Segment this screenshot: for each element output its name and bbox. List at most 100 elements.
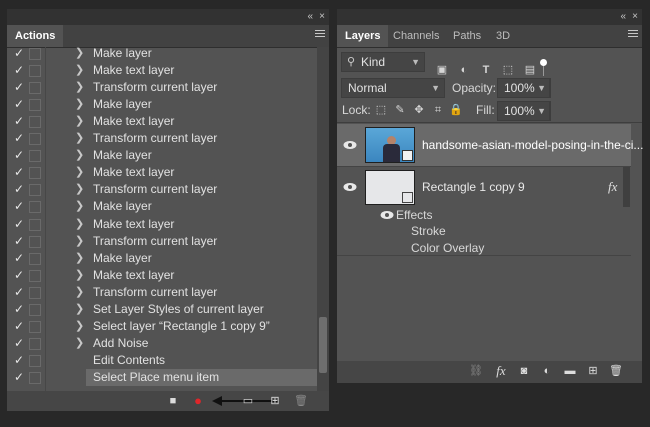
shape-filter-icon[interactable]: ⬚ — [501, 63, 515, 77]
check-icon[interactable]: ✓ — [12, 79, 26, 96]
layer-row-photo[interactable]: handsome-asian-model-posing-in-the-ci... — [337, 124, 643, 166]
delete-icon[interactable]: 🗑 — [294, 391, 308, 411]
check-icon[interactable]: ✓ — [12, 113, 26, 130]
chevron-right-icon[interactable]: ❯ — [75, 164, 85, 181]
tab-layers[interactable]: Layers — [337, 25, 389, 47]
lock-image-pixels-icon[interactable]: ✎ — [393, 103, 407, 117]
link-layers-icon[interactable]: ⛓ — [469, 361, 483, 381]
chevron-right-icon[interactable]: ❯ — [75, 96, 85, 113]
chevron-right-icon[interactable]: ❯ — [75, 130, 85, 147]
check-icon[interactable]: ✓ — [12, 96, 26, 113]
check-icon[interactable]: ✓ — [12, 164, 26, 181]
dialog-toggle-box[interactable] — [29, 150, 41, 163]
chevron-right-icon[interactable]: ❯ — [75, 198, 85, 215]
action-row[interactable]: ✓ ❯ Transform current layer — [7, 233, 319, 250]
chevron-right-icon[interactable]: ❯ — [75, 79, 85, 96]
check-icon[interactable]: ✓ — [12, 318, 26, 335]
check-icon[interactable]: ✓ — [12, 335, 26, 352]
chevron-right-icon[interactable]: ❯ — [75, 147, 85, 164]
action-row[interactable]: ✓ ❯ Transform current layer — [7, 284, 319, 301]
dialog-toggle-box[interactable] — [29, 252, 41, 265]
new-adjustment-layer-icon[interactable]: ◐ — [540, 361, 554, 381]
adjustment-filter-icon[interactable]: ◐ — [457, 63, 471, 77]
delete-layer-icon[interactable]: 🗑 — [609, 361, 623, 381]
dialog-toggle-box[interactable] — [29, 218, 41, 231]
chevron-right-icon[interactable]: ❯ — [75, 113, 85, 130]
close-panel-icon[interactable]: × — [632, 10, 638, 24]
collapse-panel-icon[interactable]: « — [620, 10, 626, 24]
kind-filter-dropdown[interactable]: ⚲ Kind ▼ — [341, 52, 425, 72]
type-filter-icon[interactable]: T — [479, 63, 493, 77]
panel-menu-icon[interactable] — [315, 28, 325, 39]
action-row[interactable]: ✓ ❯ Make layer — [7, 198, 319, 215]
eye-icon[interactable] — [343, 182, 357, 192]
check-icon[interactable]: ✓ — [12, 233, 26, 250]
actions-scrollbar[interactable] — [317, 47, 329, 392]
check-icon[interactable]: ✓ — [12, 147, 26, 164]
chevron-right-icon[interactable]: ❯ — [75, 233, 85, 250]
lock-all-icon[interactable]: 🔒 — [449, 103, 463, 117]
smart-object-filter-icon[interactable]: ▤ — [523, 63, 537, 77]
chevron-right-icon[interactable]: ❯ — [75, 250, 85, 267]
tab-3d[interactable]: 3D — [488, 25, 518, 47]
layer-row-rectangle[interactable]: Rectangle 1 copy 9 fx ⌃ — [337, 167, 631, 207]
collapse-panel-icon[interactable]: « — [307, 10, 313, 24]
action-row[interactable]: ✓ ❯ Make layer — [7, 96, 319, 113]
dialog-toggle-box[interactable] — [29, 269, 41, 282]
chevron-right-icon[interactable]: ❯ — [75, 301, 85, 318]
dialog-toggle-box[interactable] — [29, 167, 41, 180]
action-row[interactable]: ✓ ❯ Make layer — [7, 147, 319, 164]
action-row[interactable]: ✓ ❯ Select layer “Rectangle 1 copy 9” — [7, 318, 319, 335]
dialog-toggle-box[interactable] — [29, 235, 41, 248]
action-row[interactable]: ✓ ❯ Make text layer — [7, 267, 319, 284]
new-action-icon[interactable]: ⊞ — [269, 391, 281, 411]
tab-paths[interactable]: Paths — [445, 25, 489, 47]
action-row[interactable]: ✓ ❯ Make text layer — [7, 216, 319, 233]
check-icon[interactable]: ✓ — [12, 198, 26, 215]
action-row[interactable]: ✓ ❯ Make layer — [7, 45, 319, 62]
tab-actions[interactable]: Actions — [7, 25, 64, 47]
chevron-right-icon[interactable]: ❯ — [75, 216, 85, 233]
check-icon[interactable]: ✓ — [12, 250, 26, 267]
dialog-toggle-box[interactable] — [29, 354, 41, 367]
blend-mode-dropdown[interactable]: Normal ▼ — [341, 78, 445, 98]
check-icon[interactable]: ✓ — [12, 284, 26, 301]
dialog-toggle-box[interactable] — [29, 184, 41, 197]
chevron-right-icon[interactable]: ❯ — [75, 181, 85, 198]
eye-icon[interactable] — [343, 140, 357, 150]
check-icon[interactable]: ✓ — [12, 267, 26, 284]
action-row[interactable]: ✓ ❯ Transform current layer — [7, 181, 319, 198]
tab-channels[interactable]: Channels — [385, 25, 447, 47]
action-row[interactable]: ✓ ❯ Make text layer — [7, 113, 319, 130]
lock-artboard-icon[interactable]: ⌗ — [431, 103, 445, 117]
effect-color-overlay[interactable]: Color Overlay — [411, 241, 484, 255]
add-layer-style-icon[interactable]: fx — [493, 361, 509, 381]
dialog-toggle-box[interactable] — [29, 99, 41, 112]
check-icon[interactable]: ✓ — [12, 216, 26, 233]
dialog-toggle-box[interactable] — [29, 48, 41, 60]
chevron-right-icon[interactable]: ❯ — [75, 284, 85, 301]
action-row[interactable]: ✓ ❯ Add Noise — [7, 335, 319, 352]
check-icon[interactable]: ✓ — [12, 181, 26, 198]
check-icon[interactable]: ✓ — [12, 352, 26, 369]
chevron-right-icon[interactable]: ❯ — [75, 62, 85, 79]
action-row[interactable]: ✓ ❯ Make layer — [7, 250, 319, 267]
scrollbar-thumb[interactable] — [319, 317, 327, 373]
dialog-toggle-box[interactable] — [29, 286, 41, 299]
opacity-dropdown-arrow[interactable]: ▼ — [535, 78, 550, 98]
dialog-toggle-box[interactable] — [29, 116, 41, 129]
dialog-toggle-box[interactable] — [29, 371, 41, 384]
new-group-icon[interactable]: ▬ — [563, 361, 577, 381]
dialog-toggle-box[interactable] — [29, 303, 41, 316]
action-row[interactable]: ✓ Edit Contents — [7, 352, 319, 369]
check-icon[interactable]: ✓ — [12, 62, 26, 79]
new-set-icon[interactable]: ▭ — [242, 391, 254, 411]
lock-position-icon[interactable]: ✥ — [412, 103, 426, 117]
lock-transparent-pixels-icon[interactable]: ⬚ — [374, 103, 388, 117]
filter-toggle-icon[interactable] — [540, 59, 547, 66]
action-row[interactable]: ✓ Select Place menu item — [7, 368, 319, 386]
dialog-toggle-box[interactable] — [29, 320, 41, 333]
action-row[interactable]: ✓ ❯ Make text layer — [7, 164, 319, 181]
chevron-right-icon[interactable]: ❯ — [75, 318, 85, 335]
dialog-toggle-box[interactable] — [29, 337, 41, 350]
